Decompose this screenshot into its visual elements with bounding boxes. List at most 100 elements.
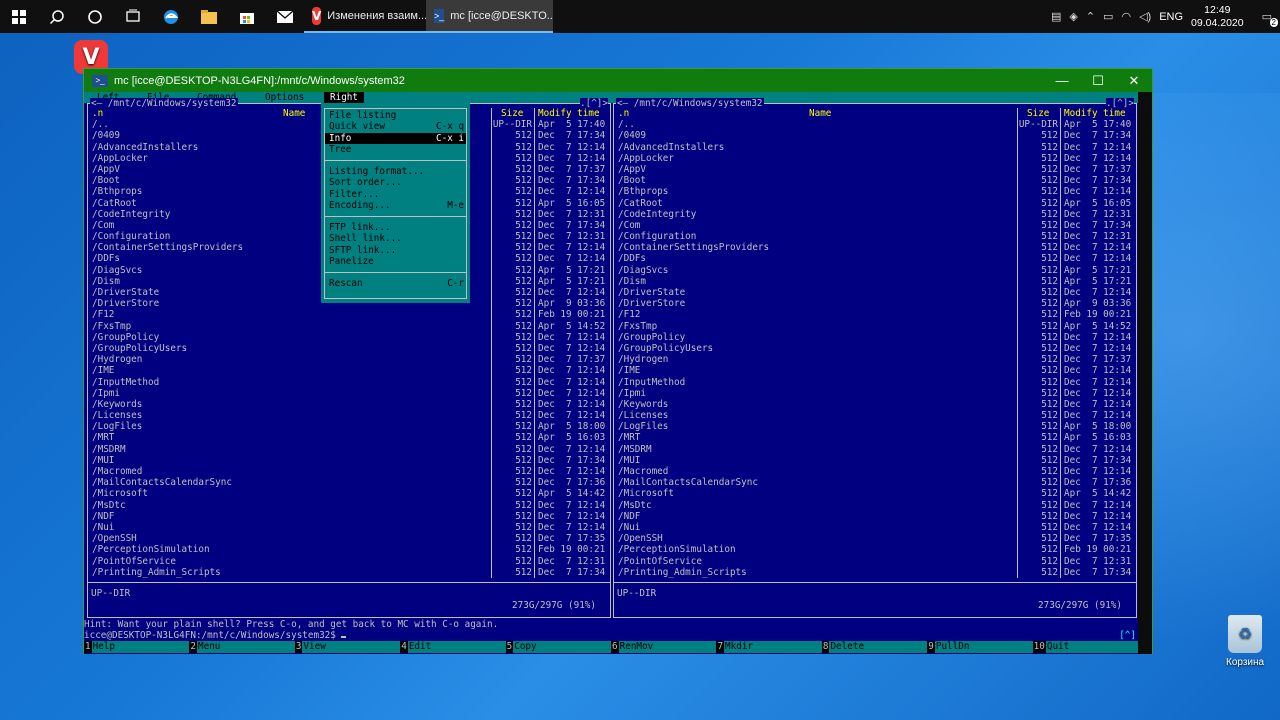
file-row[interactable]: /GroupPolicy 512 Dec 7 12:14 <box>617 332 1133 343</box>
column-header-time[interactable]: Modify time <box>1064 108 1126 119</box>
mail-icon[interactable] <box>266 0 304 33</box>
fkey-help[interactable]: 1 Help <box>84 641 190 653</box>
tray-network-app-icon[interactable]: ◈ <box>1069 10 1077 23</box>
file-row[interactable]: /OpenSSH 512 Dec 7 17:35 <box>617 533 1133 544</box>
file-row[interactable]: /Com 512 Dec 7 17:34 <box>617 220 1133 231</box>
task-view-icon[interactable] <box>114 0 152 33</box>
windows-start-icon[interactable] <box>0 0 38 33</box>
file-row[interactable]: /MsDtc 512 Dec 7 12:14 <box>91 500 607 511</box>
prompt-flag[interactable]: [^] <box>1119 630 1136 641</box>
fkey-copy[interactable]: 5 Copy <box>505 641 612 653</box>
file-row[interactable]: /IME 512 Dec 7 12:14 <box>617 365 1133 376</box>
menu-item[interactable]: Sort order... <box>329 177 466 188</box>
file-row[interactable]: /F12 512 Feb 19 00:21 <box>91 309 607 320</box>
action-center-icon[interactable]: ▭ 2 <box>1262 10 1278 27</box>
menu-item[interactable]: Rescan C-r <box>329 278 466 289</box>
column-header-time[interactable]: Modify time <box>538 108 600 119</box>
file-row[interactable]: /Licenses 512 Dec 7 12:14 <box>617 410 1133 421</box>
volume-icon[interactable]: ◁) <box>1139 10 1151 23</box>
file-row[interactable]: /Nui 512 Dec 7 12:14 <box>617 522 1133 533</box>
file-row[interactable]: /Macromed 512 Dec 7 12:14 <box>91 466 607 477</box>
fkey-mkdir[interactable]: 7 Mkdir <box>716 641 822 653</box>
file-row[interactable]: /Ipmi 512 Dec 7 12:14 <box>91 388 607 399</box>
file-row[interactable]: /DriverState 512 Dec 7 12:14 <box>617 287 1133 298</box>
file-row[interactable]: /DiagSvcs 512 Apr 5 17:21 <box>617 265 1133 276</box>
column-header-size[interactable]: Size <box>501 108 523 119</box>
file-row[interactable]: /CatRoot 512 Apr 5 16:05 <box>617 198 1133 209</box>
file-row[interactable]: /ContainerSettingsProviders 512 Dec 7 12:1… <box>617 242 1133 253</box>
minimize-button[interactable]: — <box>1044 69 1080 92</box>
clock[interactable]: 12:49 09.04.2020 <box>1191 4 1244 30</box>
file-row[interactable]: /GroupPolicyUsers 512 Dec 7 12:14 <box>617 343 1133 354</box>
right-panel[interactable]: <— /mnt/c/Windows/system32 .[^]> .n Name… <box>613 98 1137 619</box>
file-row[interactable]: /MUI 512 Dec 7 17:34 <box>617 455 1133 466</box>
file-row[interactable]: /MailContactsCalendarSync 512 Dec 7 17:36 <box>91 477 607 488</box>
file-row[interactable]: /NDF 512 Dec 7 12:14 <box>91 511 607 522</box>
file-row[interactable]: /InputMethod 512 Dec 7 12:14 <box>617 377 1133 388</box>
menu-item[interactable]: Tree <box>329 144 466 155</box>
menu-options[interactable]: Options <box>259 92 310 103</box>
fkey-view[interactable]: 3 View <box>294 641 401 653</box>
file-row[interactable]: /F12 512 Feb 19 00:21 <box>617 309 1133 320</box>
file-row[interactable]: /PerceptionSimulation 512 Feb 19 00:21 <box>617 544 1133 555</box>
file-row[interactable]: /IME 512 Dec 7 12:14 <box>91 365 607 376</box>
file-row[interactable]: /Bthprops 512 Dec 7 12:14 <box>617 186 1133 197</box>
file-row[interactable]: /GroupPolicy 512 Dec 7 12:14 <box>91 332 607 343</box>
file-row[interactable]: /Keywords 512 Dec 7 12:14 <box>91 399 607 410</box>
file-row[interactable]: /InputMethod 512 Dec 7 12:14 <box>91 377 607 388</box>
column-header-name[interactable]: Name <box>283 108 305 119</box>
file-row[interactable]: /.. UP--DIR Apr 5 17:40 <box>617 119 1133 130</box>
file-row[interactable]: /MailContactsCalendarSync 512 Dec 7 17:36 <box>617 477 1133 488</box>
menu-item[interactable]: Filter... <box>329 189 466 200</box>
menu-item[interactable]: Encoding... M-e <box>329 200 466 211</box>
scrollbar[interactable] <box>1138 92 1152 654</box>
fkey-edit[interactable]: 4 Edit <box>400 641 506 653</box>
file-row[interactable]: /MsDtc 512 Dec 7 12:14 <box>617 500 1133 511</box>
file-row[interactable]: /0409 512 Dec 7 17:34 <box>617 130 1133 141</box>
file-row[interactable]: /Printing_Admin_Scripts 512 Dec 7 17:34 <box>617 567 1133 578</box>
menu-item[interactable]: Listing format... <box>329 166 466 177</box>
file-explorer-icon[interactable] <box>190 0 228 33</box>
search-icon[interactable] <box>38 0 76 33</box>
wifi-icon[interactable]: ◠ <box>1121 10 1131 23</box>
sort-indicator[interactable]: .n <box>92 108 103 119</box>
language-indicator[interactable]: ENG <box>1159 11 1183 23</box>
menu-right[interactable]: Right <box>324 92 364 104</box>
file-row[interactable]: /Microsoft 512 Apr 5 14:42 <box>617 488 1133 499</box>
shell-prompt[interactable]: icce@DESKTOP-N3LG4FN:/mnt/c/Windows/syst… <box>84 630 1138 641</box>
chevron-up-icon[interactable]: ⌃ <box>1086 10 1095 23</box>
title-bar[interactable]: >_ mc [icce@DESKTOP-N3LG4FN]:/mnt/c/Wind… <box>84 69 1152 92</box>
sort-indicator[interactable]: .n <box>618 108 629 119</box>
menu-item[interactable]: Quick view C-x q <box>329 121 466 132</box>
file-row[interactable]: /Ipmi 512 Dec 7 12:14 <box>617 388 1133 399</box>
file-row[interactable]: /Macromed 512 Dec 7 12:14 <box>617 466 1133 477</box>
taskbar-item-powershell[interactable]: >_ mc [icce@DESKTO... <box>426 0 553 33</box>
file-row[interactable]: /NDF 512 Dec 7 12:14 <box>617 511 1133 522</box>
file-row[interactable]: /MSDRM 512 Dec 7 12:14 <box>617 444 1133 455</box>
menu-item[interactable]: Info C-x i <box>325 132 466 144</box>
file-row[interactable]: /Printing_Admin_Scripts 512 Dec 7 17:34 <box>91 567 607 578</box>
menu-item[interactable]: SFTP link... <box>329 245 466 256</box>
file-row[interactable]: /OpenSSH 512 Dec 7 17:35 <box>91 533 607 544</box>
tray-app-icon[interactable]: ▤ <box>1051 10 1061 23</box>
menu-item[interactable]: FTP link... <box>329 222 466 233</box>
file-row[interactable]: /AdvancedInstallers 512 Dec 7 12:14 <box>617 142 1133 153</box>
taskbar-item-vivaldi[interactable]: V Изменения взаим... <box>304 0 426 33</box>
file-row[interactable]: /DDFs 512 Dec 7 12:14 <box>617 253 1133 264</box>
file-row[interactable]: /Nui 512 Dec 7 12:14 <box>91 522 607 533</box>
battery-icon[interactable]: ▭ <box>1103 10 1113 23</box>
file-row[interactable]: /Configuration 512 Dec 7 12:31 <box>617 231 1133 242</box>
file-row[interactable]: /MRT 512 Apr 5 16:03 <box>617 432 1133 443</box>
file-row[interactable]: /AppLocker 512 Dec 7 12:14 <box>617 153 1133 164</box>
file-row[interactable]: /PointOfService 512 Dec 7 12:31 <box>617 556 1133 567</box>
fkey-pulldn[interactable]: 9 PullDn <box>927 641 1033 653</box>
file-row[interactable]: /Hydrogen 512 Dec 7 17:37 <box>91 354 607 365</box>
terminal-content[interactable]: Left File Command Options Right <— /mnt/… <box>84 92 1152 654</box>
fkey-delete[interactable]: 8 Delete <box>821 641 928 653</box>
file-row[interactable]: /LogFiles 512 Apr 5 18:00 <box>617 421 1133 432</box>
menu-item[interactable]: File listing <box>329 110 466 121</box>
file-row[interactable]: /Boot 512 Dec 7 17:34 <box>617 175 1133 186</box>
cortana-icon[interactable] <box>76 0 114 33</box>
file-row[interactable]: /Hydrogen 512 Dec 7 17:37 <box>617 354 1133 365</box>
file-row[interactable]: /PerceptionSimulation 512 Feb 19 00:21 <box>91 544 607 555</box>
